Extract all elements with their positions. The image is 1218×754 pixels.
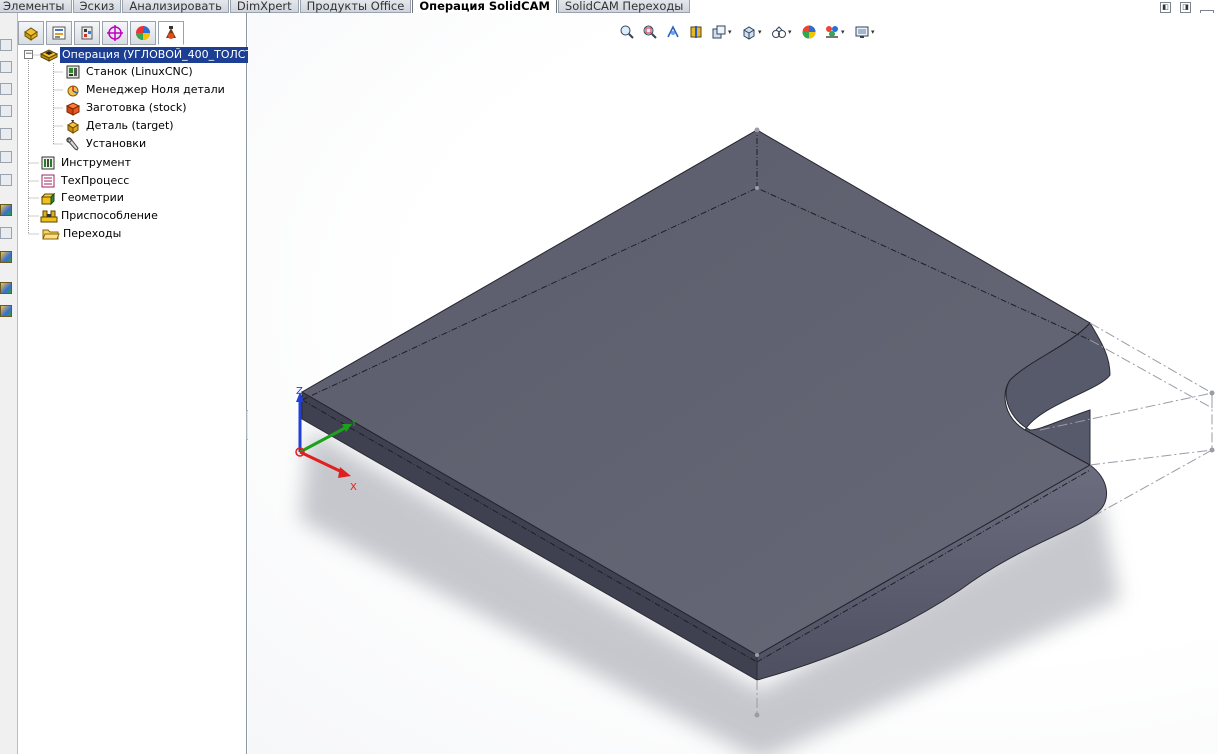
target-part-icon	[65, 118, 81, 134]
triad-x-label: X	[350, 482, 357, 493]
tool-table-icon	[40, 155, 56, 171]
strip-tool-icon[interactable]	[0, 39, 12, 51]
tree-item-stock[interactable]: Заготовка (stock)	[65, 100, 187, 116]
tree-item-label: ТехПроцесс	[61, 174, 130, 187]
tree-root-operation[interactable]: Операция (УГЛОВОЙ_400_ТОЛСТЫ	[39, 47, 264, 63]
process-list-icon	[40, 173, 56, 189]
strip-tool-icon[interactable]	[0, 174, 12, 186]
tree-section-process[interactable]: ТехПроцесс	[40, 173, 129, 189]
strip-tool-icon[interactable]	[0, 128, 12, 140]
command-manager-tabbar: Элементы Эскиз Анализировать DimXpert Пр…	[0, 0, 1218, 16]
strip-group-icon[interactable]	[0, 282, 12, 294]
solidcam-manager-panel: − Операция (УГЛОВОЙ_400_ТОЛСТЫ Станок (L…	[18, 13, 264, 754]
tree-section-tools[interactable]: Инструмент	[40, 155, 131, 171]
tree-collapse-toggle[interactable]: −	[24, 50, 33, 59]
tree-item-label: Переходы	[63, 227, 122, 240]
machine-icon	[65, 64, 81, 80]
tile-icon[interactable]: ◨	[1180, 2, 1191, 13]
triad-z-label: Z	[296, 386, 303, 397]
strip-tool-icon[interactable]	[0, 151, 12, 163]
stock-icon	[65, 100, 81, 116]
tab-solidcam-transitions[interactable]: SolidCAM Переходы	[557, 0, 691, 13]
command-tabs: Элементы Эскиз Анализировать DimXpert Пр…	[0, 0, 691, 15]
tree-item-settings[interactable]: Установки	[65, 136, 146, 152]
triad-y-label: Y	[350, 418, 358, 429]
tree-item-label: Деталь (target)	[86, 119, 174, 132]
folder-icon	[42, 226, 60, 242]
tree-item-label: Установки	[86, 137, 147, 150]
tree-item-target[interactable]: Деталь (target)	[65, 118, 174, 134]
strip-pencil-icon[interactable]	[0, 204, 12, 216]
tree-item-label: Менеджер Ноля детали	[86, 83, 225, 96]
tree-item-label: Приспособление	[61, 209, 158, 222]
tree-root-label: Операция (УГЛОВОЙ_400_ТОЛСТЫ	[60, 47, 264, 63]
operation-tree: − Операция (УГЛОВОЙ_400_ТОЛСТЫ Станок (L…	[18, 13, 264, 754]
tree-item-label: Станок (LinuxCNC)	[86, 65, 193, 78]
operation-cube-icon	[39, 47, 59, 63]
tree-item-label: Геометрии	[61, 191, 124, 204]
tree-section-fixture[interactable]: Приспособление	[40, 208, 158, 224]
geometry-box-icon	[40, 190, 56, 206]
strip-tool-icon[interactable]	[0, 83, 12, 95]
tree-section-transitions[interactable]: Переходы	[42, 226, 121, 242]
tab-features[interactable]: Элементы	[0, 0, 72, 13]
tab-evaluate[interactable]: Анализировать	[122, 0, 229, 13]
tree-section-geometries[interactable]: Геометрии	[40, 190, 124, 206]
coordinate-system-icon	[65, 82, 81, 98]
tree-item-label: Заготовка (stock)	[86, 101, 187, 114]
left-command-strip	[0, 13, 18, 754]
tab-sketch[interactable]: Эскиз	[72, 0, 122, 13]
settings-wrench-icon	[65, 136, 81, 152]
strip-tool-icon[interactable]	[0, 105, 12, 117]
graphics-viewport[interactable]: ▾ ▾ ▾ ▾ ▾ Z Y X	[248, 13, 1218, 754]
fixture-icon	[40, 208, 58, 224]
tree-item-machine[interactable]: Станок (LinuxCNC)	[65, 64, 193, 80]
tree-item-label: Инструмент	[61, 156, 132, 169]
tab-office-products[interactable]: Продукты Office	[299, 0, 412, 13]
tree-item-part-home-manager[interactable]: Менеджер Ноля детали	[65, 82, 225, 98]
tab-dimxpert[interactable]: DimXpert	[229, 0, 299, 13]
strip-tool-icon[interactable]	[0, 227, 12, 239]
strip-link-icon[interactable]	[0, 251, 12, 263]
strip-group-icon[interactable]	[0, 305, 12, 317]
part-model-canvas: Z Y X	[295, 127, 1215, 754]
strip-tool-icon[interactable]	[0, 61, 12, 73]
restore-icon[interactable]: ◧	[1160, 2, 1171, 13]
